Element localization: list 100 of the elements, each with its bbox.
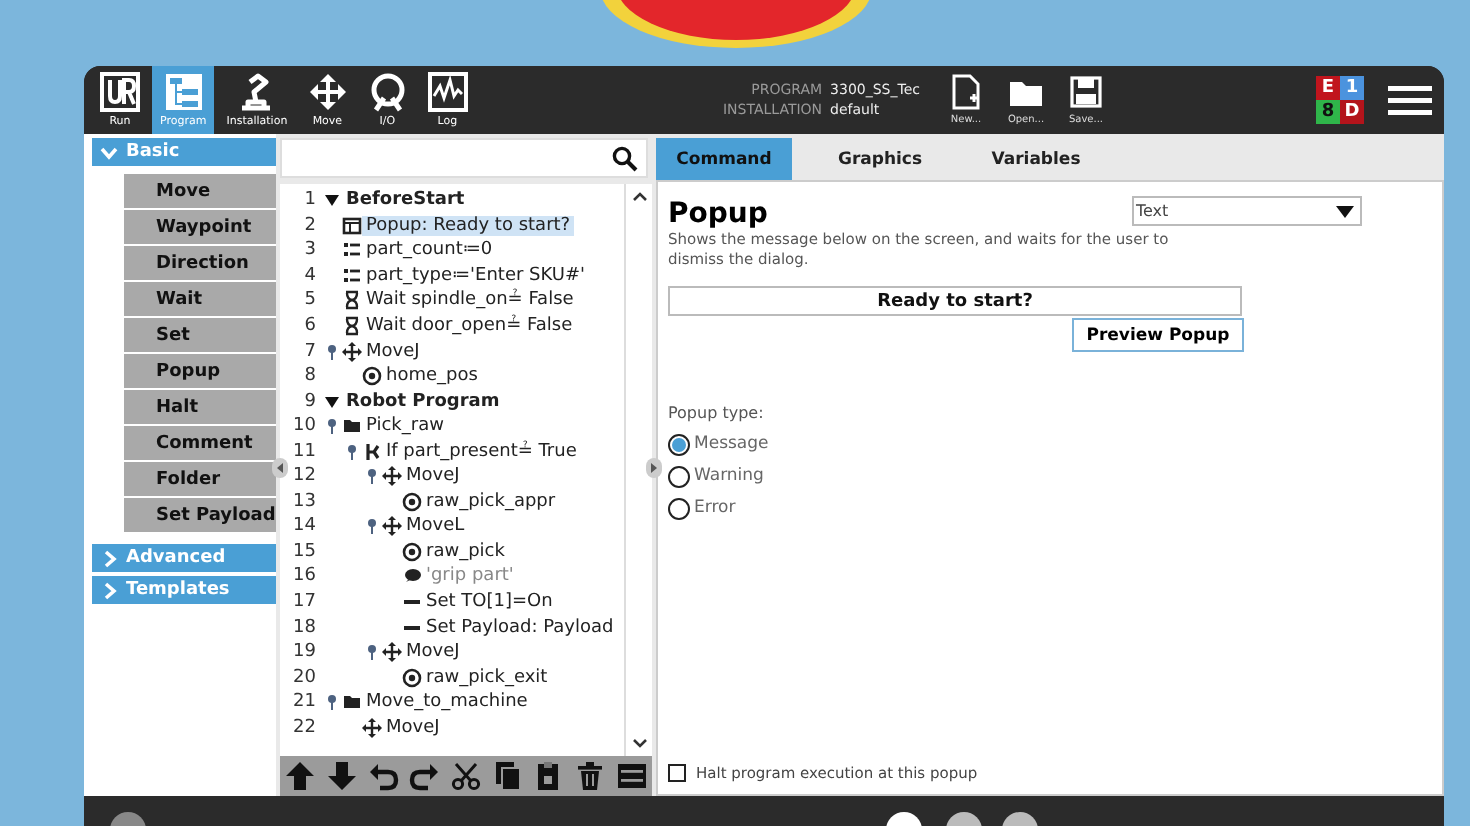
hourglass-icon xyxy=(342,316,362,336)
node-button[interactable]: Folder xyxy=(124,462,276,496)
line-number: 4 xyxy=(302,265,316,286)
line-number: 2 xyxy=(302,215,316,236)
line-number: 1 xyxy=(302,190,316,211)
trash-icon[interactable] xyxy=(573,760,606,792)
move-arrows-icon xyxy=(362,717,382,738)
move-arrows-icon xyxy=(342,341,362,362)
line-number: 6 xyxy=(302,316,316,336)
program-node[interactable]: MoveJ xyxy=(362,341,424,362)
program-node[interactable]: MoveL xyxy=(402,516,469,537)
program-node[interactable]: Popup: Ready to start? xyxy=(362,215,575,236)
status-indicator[interactable]: 8 xyxy=(1316,100,1340,124)
status-indicator[interactable]: E xyxy=(1316,76,1340,100)
node-button[interactable]: Halt xyxy=(124,390,276,424)
line-number: 11 xyxy=(291,441,316,462)
tab[interactable]: Variables xyxy=(968,138,1104,180)
program-node[interactable]: part_count≔0 xyxy=(362,240,497,261)
popup-icon xyxy=(342,215,362,236)
line-number: 22 xyxy=(291,717,316,738)
preview-button[interactable]: Preview Popup xyxy=(1072,318,1244,352)
line-number: 5 xyxy=(302,290,316,311)
node-button[interactable]: Popup xyxy=(124,354,276,388)
line-number: 21 xyxy=(291,692,316,713)
type-dropdown[interactable]: Text xyxy=(1132,196,1362,226)
tab[interactable]: Command xyxy=(656,138,792,180)
round-button[interactable] xyxy=(884,806,924,826)
suppress-icon[interactable] xyxy=(615,760,648,792)
move-up-icon[interactable] xyxy=(284,760,317,792)
search-field[interactable] xyxy=(280,138,648,178)
line-number: 19 xyxy=(291,642,316,663)
menu-icon[interactable] xyxy=(1388,84,1432,116)
round-button[interactable] xyxy=(1000,806,1040,826)
node-button[interactable]: Set Payload xyxy=(124,498,276,532)
cut-icon[interactable] xyxy=(449,760,482,792)
expand-triangle-icon[interactable] xyxy=(324,192,340,209)
log-chart-icon xyxy=(427,72,468,112)
line-number: 10 xyxy=(291,416,316,437)
io-icon xyxy=(367,72,408,112)
scroll-up-icon[interactable] xyxy=(631,190,647,202)
radio-option[interactable]: Error xyxy=(668,492,736,524)
program-node[interactable]: Move_to_machine xyxy=(362,692,532,713)
move-down-icon[interactable] xyxy=(325,760,358,792)
line-number: 9 xyxy=(302,391,316,412)
new-file-icon xyxy=(948,74,984,110)
line-number: 20 xyxy=(291,667,316,688)
program-node[interactable]: 'grip part' xyxy=(422,566,518,587)
waypoint-icon xyxy=(402,541,422,562)
program-node[interactable]: BeforeStart xyxy=(342,190,469,211)
program-node[interactable]: home_pos xyxy=(382,366,482,387)
node-button[interactable]: Direction xyxy=(124,246,276,280)
branch-icon xyxy=(362,441,382,462)
round-button[interactable] xyxy=(944,806,984,826)
pin-icon xyxy=(346,443,358,460)
message-field[interactable]: Ready to start? xyxy=(668,286,1242,316)
line-number: 7 xyxy=(302,341,316,362)
radio-option[interactable]: Warning xyxy=(668,460,764,492)
program-node[interactable]: Wait door_open≟ False xyxy=(362,316,577,336)
node-button[interactable]: Waypoint xyxy=(124,210,276,244)
search-icon xyxy=(612,145,638,171)
expand-triangle-icon[interactable] xyxy=(324,393,340,410)
program-node[interactable]: Robot Program xyxy=(342,391,504,412)
radio-option[interactable]: Message xyxy=(668,428,769,460)
redo-icon[interactable] xyxy=(408,760,441,792)
line-number: 18 xyxy=(291,617,316,638)
program-node[interactable]: raw_pick_exit xyxy=(422,667,552,688)
hourglass-icon xyxy=(342,290,362,311)
pin-icon xyxy=(326,343,338,360)
save-icon xyxy=(1068,74,1104,110)
speech-bubble-icon xyxy=(402,566,422,587)
program-node[interactable]: If part_present≟ True xyxy=(382,441,581,462)
program-node[interactable]: MoveJ xyxy=(382,717,444,738)
tab[interactable]: Graphics xyxy=(812,138,948,180)
program-node[interactable]: raw_pick xyxy=(422,541,509,562)
program-node[interactable]: Set TO[1]=On xyxy=(422,592,557,613)
status-indicator[interactable]: D xyxy=(1340,100,1364,124)
waypoint-icon xyxy=(402,667,422,688)
line-number: 12 xyxy=(291,466,316,487)
line-number: 16 xyxy=(291,566,316,587)
line-number: 3 xyxy=(302,240,316,261)
chevron-down-icon xyxy=(100,143,118,161)
program-node[interactable]: Wait spindle_on≟ False xyxy=(362,290,578,311)
move-arrows-icon xyxy=(382,642,402,663)
undo-icon[interactable] xyxy=(367,760,400,792)
node-button[interactable]: Comment xyxy=(124,426,276,460)
copy-icon[interactable] xyxy=(491,760,524,792)
program-node[interactable]: MoveJ xyxy=(402,466,464,487)
pin-icon xyxy=(366,644,378,661)
program-node[interactable]: Set Payload: Payload xyxy=(422,617,618,638)
program-node[interactable]: part_type≔'Enter SKU#' xyxy=(362,265,590,286)
program-node[interactable]: MoveJ xyxy=(402,642,464,663)
node-button[interactable]: Wait xyxy=(124,282,276,316)
node-button[interactable]: Set xyxy=(124,318,276,352)
program-node[interactable]: Pick_raw xyxy=(362,416,448,437)
folder-icon xyxy=(342,692,362,713)
logo-icon xyxy=(100,72,140,112)
variable-icon xyxy=(342,240,362,261)
scroll-down-icon[interactable] xyxy=(631,738,647,750)
node-button[interactable]: Move xyxy=(124,174,276,208)
program-node[interactable]: raw_pick_appr xyxy=(422,491,560,512)
